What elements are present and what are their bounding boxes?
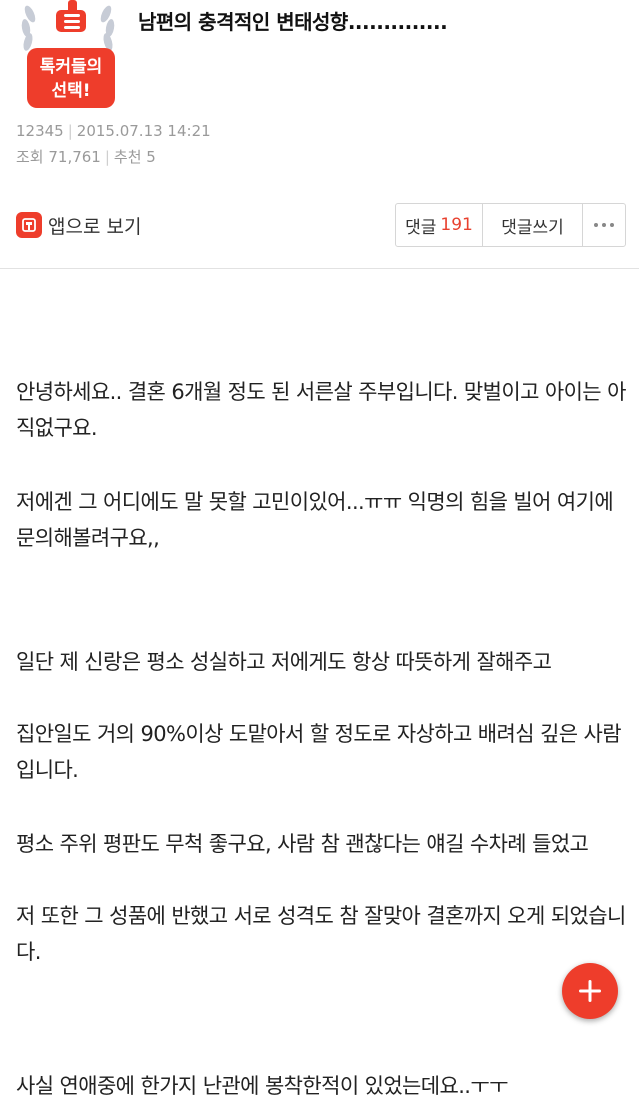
more-dots-icon: [594, 223, 614, 227]
post-paragraph: 집안일도 거의 90%이상 도맡아서 할 정도로 자상하고 배려심 깊은 사람입…: [16, 722, 622, 782]
post-paragraph: 평소 주위 평판도 무척 좋구요, 사람 참 괜찮다는 얘길 수차례 들었고: [16, 832, 589, 856]
plus-icon: [579, 980, 601, 1002]
badge-line-1: 톡커들의: [39, 57, 103, 77]
view-count: 조회 71,761: [16, 148, 101, 166]
pann-app-icon: [16, 212, 42, 238]
post-paragraph: 저에겐 그 어디에도 말 못할 고민이있어...ㅠㅠ 익명의 힘을 빌어 여기에…: [16, 490, 614, 550]
comments-count: 191: [440, 215, 473, 235]
floating-add-button[interactable]: [562, 963, 618, 1019]
badge-label: 톡커들의 선택!: [27, 48, 115, 108]
talkers-choice-badge: 톡커들의 선택!: [18, 0, 118, 108]
post-date: 2015.07.13 14:21: [76, 122, 211, 140]
meta-separator: |: [67, 122, 73, 140]
post-paragraph: 저 또한 그 성품에 반했고 서로 성격도 참 잘맞아 결혼까지 오게 되었습니…: [16, 904, 626, 964]
post-meta-line-1: 12345 | 2015.07.13 14:21: [16, 122, 211, 140]
post-paragraph: 안녕하세요.. 결혼 6개월 정도 된 서른살 주부입니다. 맞벌이고 아이는 …: [16, 380, 626, 440]
post-paragraph: 일단 제 신랑은 평소 성실하고 저에게도 항상 따뜻하게 잘해주고: [16, 650, 552, 674]
app-view-label: 앱으로 보기: [48, 215, 142, 238]
app-view-link[interactable]: 앱으로 보기: [16, 210, 141, 240]
post-meta-line-2: 조회 71,761 | 추천 5: [16, 146, 156, 167]
more-options-button[interactable]: [583, 204, 625, 246]
comment-actions: 댓글 191 댓글쓰기: [395, 203, 626, 247]
write-comment-button[interactable]: 댓글쓰기: [483, 204, 583, 246]
author-id: 12345: [16, 122, 64, 140]
post-title: 남편의 충격적인 변태성향..............: [138, 10, 448, 34]
meta-separator: |: [104, 148, 110, 166]
write-comment-label: 댓글쓰기: [501, 217, 564, 238]
badge-line-2: 선택!: [51, 81, 91, 101]
post-paragraph: 사실 연애중에 한가지 난관에 봉착한적이 있었는데요..ㅜㅜ: [16, 1074, 508, 1098]
comments-button[interactable]: 댓글 191: [396, 204, 483, 246]
comments-label: 댓글: [405, 217, 437, 238]
header-divider: [0, 268, 639, 269]
post-header: 톡커들의 선택! 남편의 충격적인 변태성향.............. 123…: [0, 0, 639, 247]
thumbs-up-icon: [56, 0, 86, 32]
recommend-count: 추천 5: [113, 148, 156, 166]
